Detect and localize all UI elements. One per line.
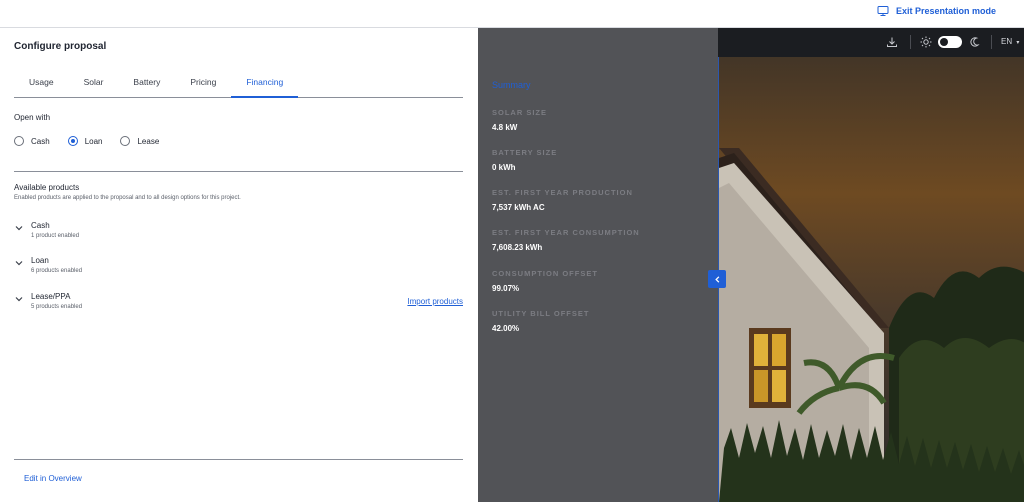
radio-cash[interactable]: Cash [14,136,50,146]
exit-presentation-label: Exit Presentation mode [895,6,996,16]
tab-pricing[interactable]: Pricing [175,68,231,98]
metric-solar-size: SOLAR SIZE 4.8 kW [492,108,547,132]
metric-first-year-production: EST. FIRST YEAR PRODUCTION 7,537 kWh AC [492,188,633,212]
language-label: EN [1001,37,1013,46]
radio-dot [14,136,24,146]
open-with-radio-group: Cash Loan Lease [14,136,159,146]
chevron-down-icon [15,226,23,231]
group-name: Cash [31,221,50,230]
collapse-panel-button[interactable] [708,270,726,288]
sun-icon[interactable] [920,36,932,48]
group-count: 1 product enabled [31,233,80,239]
group-count: 6 products enabled [31,268,83,274]
metric-value: 7,537 kWh AC [492,203,545,212]
product-group-lease-ppa[interactable]: Lease/PPA 5 products enabled [14,292,82,310]
toggle-knob [940,38,948,46]
group-count: 5 products enabled [31,304,83,310]
metric-value: 0 kWh [492,163,516,172]
tab-usage[interactable]: Usage [14,68,69,98]
metric-label: EST. FIRST YEAR PRODUCTION [492,188,633,197]
summary-panel: Summary SOLAR SIZE 4.8 kW BATTERY SIZE 0… [478,28,718,502]
radio-label: Cash [31,136,50,146]
available-products-description: Enabled products are applied to the prop… [14,195,241,201]
metric-value: 7,608.23 kWh [492,243,543,252]
chevron-down-icon [15,297,23,302]
exit-presentation-button[interactable]: Exit Presentation mode [877,5,996,17]
metric-value: 4.8 kW [492,123,518,132]
top-bar: Exit Presentation mode [0,0,1024,28]
metric-label: BATTERY SIZE [492,148,558,157]
metric-battery-size: BATTERY SIZE 0 kWh [492,148,557,172]
metric-first-year-consumption: EST. FIRST YEAR CONSUMPTION 7,608.23 kWh [492,228,640,252]
metric-label: UTILITY BILL OFFSET [492,309,590,318]
radio-label: Loan [84,136,103,146]
edit-in-overview-link[interactable]: Edit in Overview [24,474,82,483]
metric-value: 42.00% [492,324,520,333]
group-name: Loan [31,256,49,265]
language-selector[interactable]: EN ▾ [1001,37,1019,46]
metric-label: EST. FIRST YEAR CONSUMPTION [492,228,640,237]
download-icon[interactable] [886,36,898,48]
radio-dot [120,136,131,146]
metric-label: CONSUMPTION OFFSET [492,269,598,278]
toolbar-separator [910,35,911,49]
product-group-cash[interactable]: Cash 1 product enabled [14,221,79,239]
metric-value: 99.07% [492,284,520,293]
group-name: Lease/PPA [31,292,71,301]
house-illustration [719,28,1024,502]
viewer-toolbar: EN ▾ [718,28,1024,57]
metric-label: SOLAR SIZE [492,108,548,117]
panel-title: Configure proposal [14,41,107,52]
summary-title: Summary [492,80,531,90]
tab-battery[interactable]: Battery [118,68,175,98]
tab-solar[interactable]: Solar [69,68,119,98]
radio-lease[interactable]: Lease [120,136,159,146]
house-photo [718,28,1024,502]
divider [14,459,463,460]
open-with-label: Open with [14,113,51,122]
radio-loan[interactable]: Loan [67,136,103,146]
import-products-link[interactable]: Import products [407,297,463,306]
chevron-down-icon [15,261,23,266]
configure-panel: Configure proposal Usage Solar Battery P… [0,28,478,502]
product-group-loan[interactable]: Loan 6 products enabled [14,256,82,274]
chevron-left-icon [714,275,719,283]
theme-toggle[interactable] [938,36,962,48]
moon-icon[interactable] [968,36,980,48]
presentation-icon [877,6,889,16]
tab-bar: Usage Solar Battery Pricing Financing [14,68,463,98]
divider [14,171,463,172]
metric-consumption-offset: CONSUMPTION OFFSET 99.07% [492,269,598,293]
tab-financing[interactable]: Financing [231,68,299,98]
available-products-title: Available products [14,183,80,192]
radio-dot [67,136,78,146]
radio-label: Lease [137,136,160,146]
metric-utility-bill-offset: UTILITY BILL OFFSET 42.00% [492,309,589,333]
toolbar-separator [991,35,992,49]
caret-down-icon: ▾ [1016,40,1020,46]
